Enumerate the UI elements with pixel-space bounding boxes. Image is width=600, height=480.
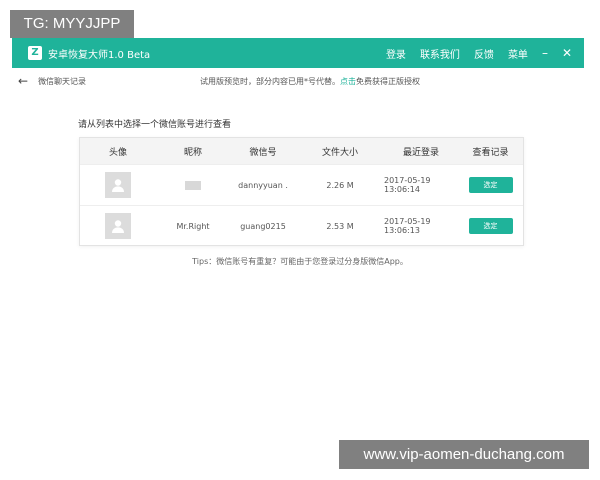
nickname-cell <box>156 165 230 205</box>
header-avatar: 头像 <box>108 147 127 158</box>
menu-feedback[interactable]: 反馈 <box>474 46 494 61</box>
header-view-records: 查看记录 <box>472 147 509 158</box>
menu-login[interactable]: 登录 <box>386 46 406 61</box>
avatar-cell <box>80 165 156 205</box>
menu-contact-us[interactable]: 联系我们 <box>420 46 460 61</box>
user-avatar-icon <box>105 172 131 198</box>
close-icon[interactable]: ✕ <box>562 46 572 60</box>
select-button[interactable]: 选定 <box>468 177 513 193</box>
tips-text: Tips：微信账号有重复？可能由于您登录过分身版微信App。 <box>192 257 408 266</box>
last-login-cell: 2017-05-19 13:06:13 <box>384 217 431 235</box>
user-avatar-icon <box>105 213 131 239</box>
file-size-cell: 2.53 M <box>326 221 354 231</box>
file-size-cell: 2.26 M <box>326 180 354 190</box>
instruction-text: 请从列表中选择一个微信账号进行查看 <box>78 120 232 130</box>
notice-link[interactable]: 点击 <box>340 77 356 86</box>
blurred-nickname <box>185 180 201 190</box>
title-bar: Z 安卓恢复大师1.0 Beta 登录 联系我们 反馈 菜单 – ✕ <box>12 38 584 68</box>
page-title: 微信聊天记录 <box>38 76 87 86</box>
account-table: 头像 昵称 微信号 文件大小 最近登录 查看记录 dannyyuan . 2.2… <box>79 137 524 246</box>
table-row[interactable]: dannyyuan . 2.26 M 2017-05-19 13:06:14 选… <box>80 164 523 205</box>
watermark-top: TG: MYYJJPP <box>10 10 134 38</box>
minimize-icon[interactable]: – <box>542 46 548 60</box>
action-cell: 选定 <box>458 206 523 246</box>
notice-suffix: 免费获得正版授权 <box>356 77 420 86</box>
sub-header: ← 微信聊天记录 试用版预览时，部分内容已用*号代替。点击免费获得正版授权 <box>12 68 584 94</box>
last-login-cell: 2017-05-19 13:06:14 <box>384 176 431 194</box>
app-title: 安卓恢复大师1.0 Beta <box>48 49 151 61</box>
header-wechat-id: 微信号 <box>249 147 277 158</box>
header-file-size: 文件大小 <box>321 147 358 158</box>
wechat-id-cell: guang0215 <box>240 221 286 231</box>
header-last-login: 最近登录 <box>402 147 439 158</box>
notice-prefix: 试用版预览时，部分内容已用*号代替。 <box>200 77 340 86</box>
app-logo-icon: Z <box>28 46 42 60</box>
nickname-cell: Mr.Right <box>176 221 210 231</box>
menu-menu[interactable]: 菜单 <box>508 46 528 61</box>
arrow-left-icon[interactable]: ← <box>18 74 28 88</box>
trial-notice: 试用版预览时，部分内容已用*号代替。点击免费获得正版授权 <box>200 76 420 87</box>
select-button[interactable]: 选定 <box>468 218 513 234</box>
action-cell: 选定 <box>458 165 523 205</box>
header-nickname: 昵称 <box>183 147 202 158</box>
avatar-cell <box>80 206 156 246</box>
wechat-id-cell: dannyyuan . <box>238 180 288 190</box>
watermark-bottom: www.vip-aomen-duchang.com <box>339 440 589 469</box>
table-row[interactable]: Mr.Right guang0215 2.53 M 2017-05-19 13:… <box>80 205 523 246</box>
title-menu: 登录 联系我们 反馈 菜单 – ✕ <box>372 46 584 61</box>
table-header: 头像 昵称 微信号 文件大小 最近登录 查看记录 <box>80 138 523 164</box>
